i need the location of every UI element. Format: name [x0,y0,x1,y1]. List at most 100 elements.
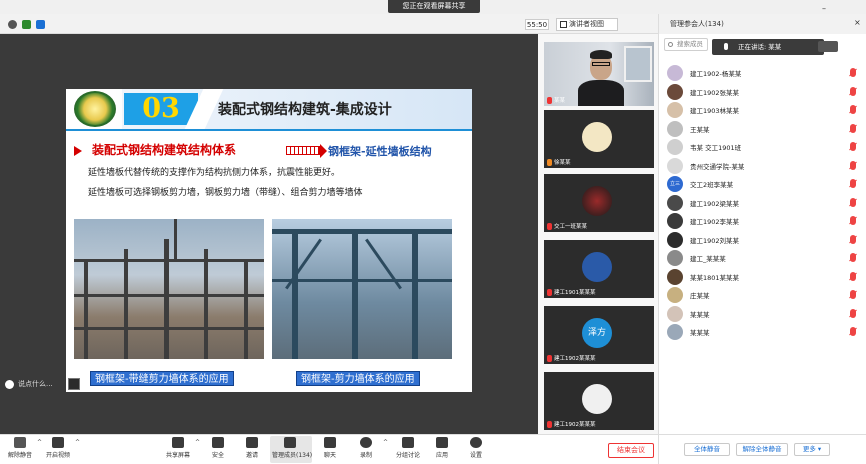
mic-muted-icon [547,158,552,166]
participant-name: 韦某 交工1901班 [690,144,742,152]
participant-row[interactable]: 韦某 交工1901班 [664,138,860,156]
mic-muted-icon[interactable] [850,105,856,114]
participant-avatar [667,268,683,285]
participant-row[interactable]: 立三 交工2班李某某 [664,175,860,193]
participant-row[interactable]: 某某1801某某某 [664,268,860,286]
emoji-icon[interactable] [5,379,14,389]
participant-avatar [667,305,683,322]
apps-button[interactable]: 应用 [424,437,460,463]
participant-row[interactable]: 庄某某 [664,286,860,304]
breakout-rooms-button[interactable]: 分组讨论 [390,437,426,463]
participant-row[interactable]: 某某某 [664,323,860,341]
participant-row[interactable]: 建工_某某某 [664,249,860,267]
participant-row[interactable]: 某某某 [664,305,860,323]
bullet-icon [74,146,82,156]
share-chat-input[interactable]: 说点什么... [5,377,65,391]
participant-name: 交工2班李某某 [690,181,734,189]
start-video-button[interactable]: 开启视频 ^ [40,437,80,463]
slide-number: 03 [124,93,198,125]
participant-avatar [582,252,612,282]
mic-muted-icon[interactable] [850,234,856,244]
participant-row[interactable]: 建工1902刘某某 [664,231,860,249]
mic-muted-icon [547,354,552,362]
mic-muted-icon[interactable] [850,160,856,170]
participant-avatar [582,384,612,414]
end-meeting-button[interactable]: 结束会议 [608,443,654,458]
shield-icon[interactable] [22,20,31,29]
mute-all-button[interactable]: 全体静音 [684,443,730,456]
mic-muted-icon[interactable] [850,308,856,318]
video-tile[interactable]: 徐某某 [544,110,654,168]
record-button[interactable]: 录制 ^ [348,437,388,463]
chat-button[interactable]: 聊天 [312,437,348,463]
security-button[interactable]: 安全 [200,437,236,463]
participant-avatar [667,83,683,100]
record-icon [360,437,372,448]
view-mode-button[interactable]: 演讲者视图 [556,18,618,31]
steel-frame-photo [74,219,264,359]
close-icon[interactable]: × [854,18,861,27]
participant-avatar [667,287,683,303]
participant-row[interactable]: 王某某 [664,120,860,138]
participant-row[interactable]: 建工1902张某某 [664,83,860,101]
participant-name: 建工1902梁某某 [690,199,740,208]
invite-button[interactable]: 邀请 [234,437,270,463]
slide-subheading: 装配式钢结构建筑结构体系 [92,143,237,157]
unmute-button[interactable]: 解除静音 ^ [2,437,42,463]
mic-muted-icon[interactable] [850,290,856,299]
mic-muted-icon[interactable] [850,179,856,188]
mic-muted-icon[interactable] [850,271,856,281]
manage-participants-button[interactable]: 管理成员(134) [272,437,312,463]
slide-text-line: 延性墙板可选择钢板剪力墙，钢板剪力墙（带缝）、组合剪力墙等墙体 [88,188,363,198]
participant-name: 某某某 [690,329,710,337]
more-button[interactable]: 更多 ▾ [794,443,830,456]
mic-muted-icon[interactable] [850,253,856,262]
participant-row[interactable]: 建工1902-杨某某 [664,64,860,82]
photo-caption: 钢框架-剪力墙体系的应用 [296,371,420,386]
participant-avatar [667,120,683,137]
mic-muted-icon[interactable] [850,216,856,225]
video-tile-speaker[interactable]: 某某 [544,42,654,106]
video-tile[interactable]: 交工一班某某 [544,174,654,232]
mic-muted-icon[interactable] [850,327,856,336]
chevron-up-icon[interactable]: ^ [75,439,80,446]
mic-muted-icon[interactable] [850,86,856,96]
participant-row[interactable]: 建工1903林某某 [664,101,860,119]
arrow-icon [286,144,327,158]
participant-search-input[interactable]: 搜索成员 [664,38,708,51]
share-chat-placeholder: 说点什么... [18,380,53,388]
video-column: 某某 徐某某 交工一班某某 建工1901某某某 泽方 建工1902某某某 建工1… [538,34,658,434]
unmute-all-button[interactable]: 解除全体静音 [736,443,788,456]
school-logo [74,91,116,127]
chevron-up-icon[interactable]: ^ [383,439,388,446]
video-tile[interactable]: 建工1901某某某 [544,240,654,298]
photo-caption: 钢框架-带缝剪力墙体系的应用 [90,371,234,386]
gear-icon [470,437,482,448]
screen-share-toast: 您正在观看屏幕共享 [388,0,480,13]
video-tile-label: 建工1902某某某 [547,354,596,362]
mic-muted-icon[interactable] [850,68,856,77]
video-tile-label: 建工1901某某某 [547,288,596,296]
info-icon[interactable] [8,20,17,29]
participant-row[interactable]: 建工1902李某某 [664,212,860,230]
mic-muted-icon[interactable] [850,142,856,151]
mic-muted-icon[interactable] [850,197,856,207]
speaking-indicator: 正在讲话: 某某 [712,39,824,55]
mic-muted-icon[interactable] [850,123,856,133]
video-tile[interactable]: 泽方 建工1902某某某 [544,306,654,364]
meeting-timer: 55:50 [525,19,549,30]
chat-icon [324,437,336,448]
participant-name: 建工_某某某 [690,255,726,263]
settings-button[interactable]: 设置 [458,437,494,463]
chat-toggle-button[interactable] [68,378,80,390]
participant-row[interactable]: 建工1902梁某某 [664,194,860,212]
slide-rule [66,129,472,131]
participant-name: 建工1902刘某某 [690,236,740,245]
participant-row[interactable]: 贵州交通学院-某某 [664,157,860,175]
video-tile[interactable]: 建工1902某某某 [544,372,654,430]
participant-avatar [667,213,683,229]
participants-title: 管理参会人(134) [670,20,724,28]
share-screen-button[interactable]: 共享屏幕 ^ [160,437,200,463]
participants-icon [284,437,296,448]
grid-icon [560,21,567,28]
